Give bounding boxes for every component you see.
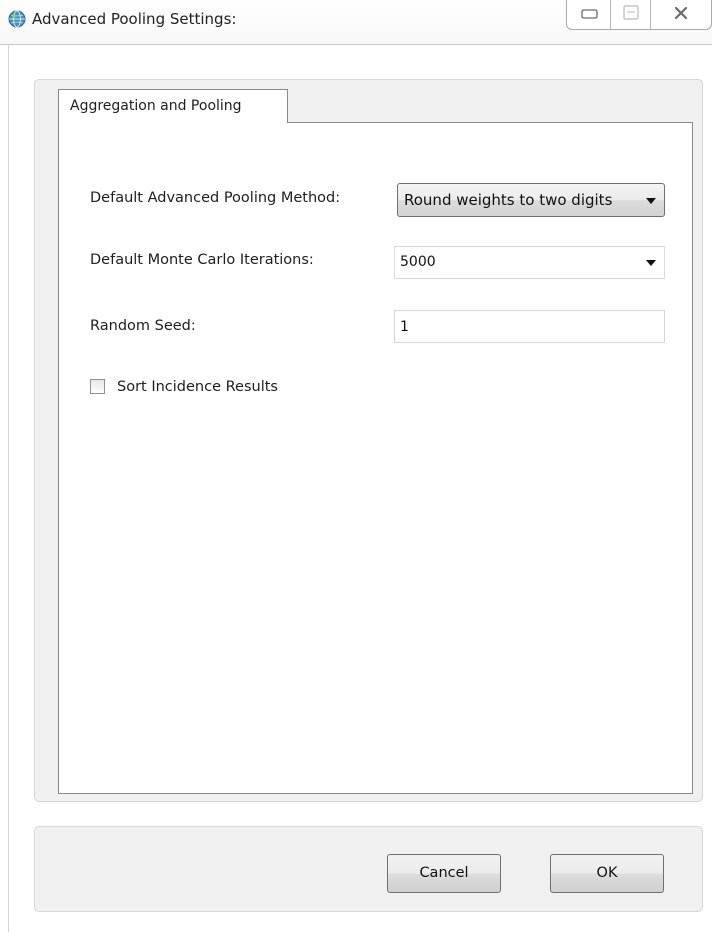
sort-incidence-label[interactable]: Sort Incidence Results bbox=[117, 379, 278, 395]
window-title: Advanced Pooling Settings: bbox=[32, 10, 237, 28]
title-bar: Advanced Pooling Settings: bbox=[0, 0, 712, 45]
pooling-method-dropdown[interactable]: Round weights to two digits bbox=[397, 183, 665, 217]
close-icon bbox=[674, 6, 688, 20]
maximize-icon bbox=[623, 5, 639, 20]
tab-page bbox=[58, 122, 693, 794]
minimize-button[interactable] bbox=[567, 0, 611, 29]
monte-carlo-dropdown[interactable]: 5000 bbox=[394, 246, 665, 279]
minimize-icon bbox=[581, 9, 598, 19]
close-button[interactable] bbox=[651, 0, 711, 29]
globe-icon bbox=[8, 10, 26, 28]
cancel-button[interactable]: Cancel bbox=[387, 854, 501, 893]
pooling-method-label: Default Advanced Pooling Method: bbox=[90, 190, 341, 206]
sort-incidence-checkbox[interactable] bbox=[90, 379, 105, 394]
window-border bbox=[8, 44, 9, 932]
tab-label: Aggregation and Pooling bbox=[70, 98, 242, 114]
random-seed-input[interactable] bbox=[394, 310, 665, 343]
window-controls bbox=[566, 0, 712, 30]
random-seed-label: Random Seed: bbox=[90, 318, 196, 334]
pooling-method-value: Round weights to two digits bbox=[404, 191, 613, 209]
maximize-button[interactable] bbox=[611, 0, 651, 29]
chevron-down-icon bbox=[646, 260, 656, 266]
dialog-window: Advanced Pooling Settings: Aggregation a… bbox=[0, 0, 712, 932]
monte-carlo-value: 5000 bbox=[400, 254, 436, 270]
chevron-down-icon bbox=[646, 198, 656, 204]
monte-carlo-label: Default Monte Carlo Iterations: bbox=[90, 252, 314, 268]
ok-button[interactable]: OK bbox=[550, 854, 664, 893]
tab-aggregation-and-pooling[interactable]: Aggregation and Pooling bbox=[58, 89, 288, 123]
